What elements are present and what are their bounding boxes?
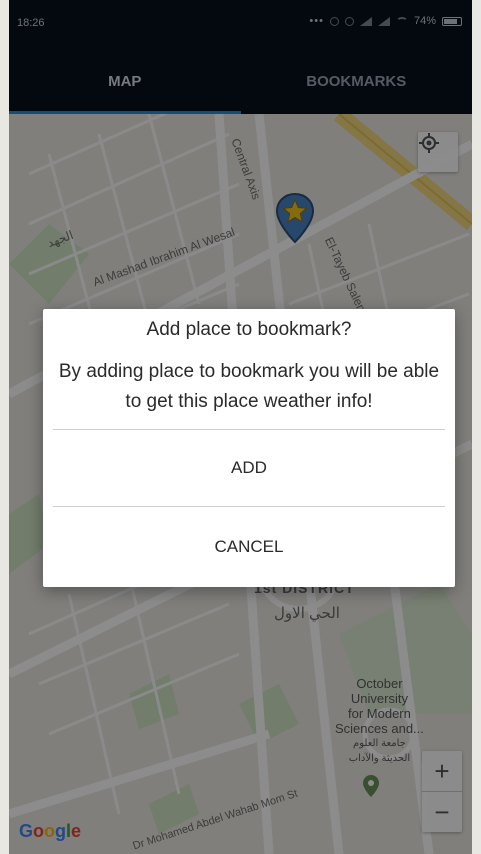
add-bookmark-dialog: Add place to bookmark? By adding place t…: [43, 309, 455, 587]
cancel-button[interactable]: CANCEL: [43, 507, 455, 587]
app-screen: 18:26 ••• 74% MAP BOOKMARKS Al Mashad Ib…: [9, 0, 472, 854]
add-button[interactable]: ADD: [43, 430, 455, 506]
dialog-message: By adding place to bookmark you will be …: [58, 361, 440, 412]
dialog-title: Add place to bookmark?: [146, 319, 352, 340]
